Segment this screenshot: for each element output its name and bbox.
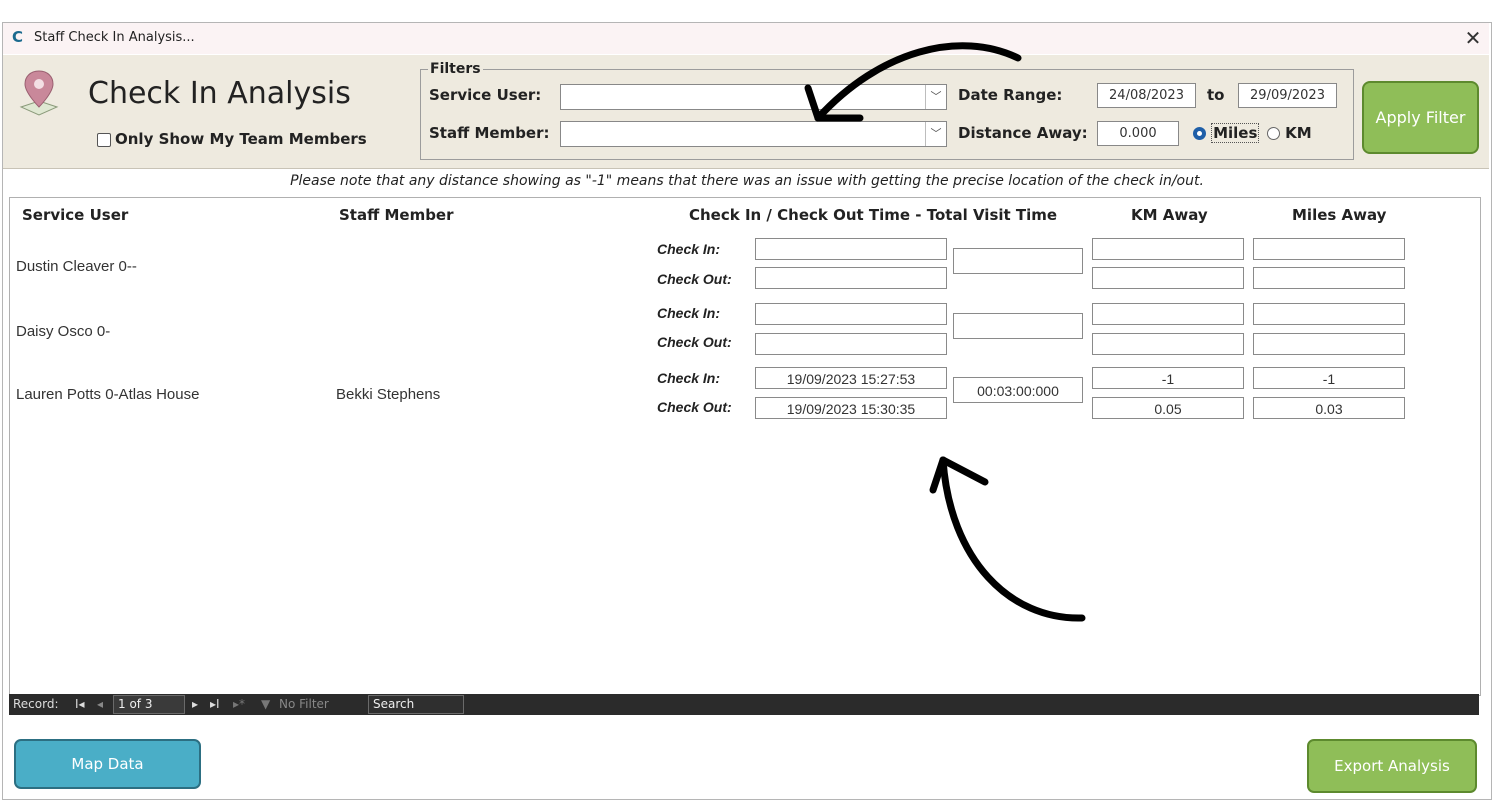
distance-away-input[interactable]: 0.000 — [1097, 121, 1179, 146]
table-row: Lauren Potts 0-Atlas House Bekki Stephen… — [0, 367, 1494, 425]
only-my-team-label: Only Show My Team Members — [115, 130, 367, 148]
km-in[interactable] — [1092, 238, 1244, 260]
check-out-time[interactable] — [755, 333, 947, 355]
row-staff-member: Bekki Stephens — [336, 386, 441, 403]
check-out-label: Check Out: — [657, 399, 732, 415]
distance-away-label: Distance Away: — [958, 124, 1088, 142]
staff-member-label: Staff Member: — [429, 124, 550, 142]
date-to-input[interactable]: 29/09/2023 — [1238, 83, 1337, 108]
last-record-icon[interactable]: ▸I — [210, 694, 220, 715]
radio-unselected-icon[interactable] — [1267, 127, 1280, 140]
row-service-user: Dustin Cleaver 0-- — [16, 258, 137, 275]
radio-selected-icon[interactable] — [1193, 127, 1206, 140]
total-visit-time[interactable] — [953, 248, 1083, 274]
col-header-staff-member: Staff Member — [339, 206, 454, 224]
row-service-user: Lauren Potts 0-Atlas House — [16, 386, 200, 403]
check-in-time[interactable] — [755, 303, 947, 325]
check-out-time[interactable]: 19/09/2023 15:30:35 — [755, 397, 947, 419]
service-user-label: Service User: — [429, 86, 542, 104]
miles-out[interactable]: 0.03 — [1253, 397, 1405, 419]
new-record-icon[interactable]: ▸* — [233, 694, 245, 715]
filter-icon: ▼ — [261, 697, 271, 711]
distance-note: Please note that any distance showing as… — [290, 173, 1204, 189]
check-out-label: Check Out: — [657, 334, 732, 350]
km-in[interactable] — [1092, 303, 1244, 325]
check-out-label: Check Out: — [657, 271, 732, 287]
col-header-service-user: Service User — [22, 206, 129, 224]
title-bar — [3, 23, 1489, 54]
search-input[interactable]: Search — [368, 695, 464, 714]
unit-km-option[interactable]: KM — [1267, 123, 1312, 142]
check-in-label: Check In: — [657, 370, 721, 386]
check-in-time[interactable] — [755, 238, 947, 260]
km-out[interactable] — [1092, 267, 1244, 289]
check-in-time[interactable]: 19/09/2023 15:27:53 — [755, 367, 947, 389]
date-range-label: Date Range: — [958, 86, 1063, 104]
filters-legend: Filters — [428, 61, 483, 77]
miles-in[interactable]: -1 — [1253, 367, 1405, 389]
miles-in[interactable] — [1253, 303, 1405, 325]
page-title: Check In Analysis — [88, 76, 351, 111]
staff-member-combo[interactable]: ﹀ — [560, 121, 947, 147]
miles-out[interactable] — [1253, 333, 1405, 355]
col-header-miles: Miles Away — [1292, 206, 1387, 224]
check-in-label: Check In: — [657, 305, 721, 321]
map-pin-icon — [19, 70, 59, 116]
only-my-team-checkbox[interactable] — [97, 132, 111, 147]
chevron-down-icon[interactable]: ﹀ — [925, 122, 946, 146]
miles-in[interactable] — [1253, 238, 1405, 260]
km-out[interactable] — [1092, 333, 1244, 355]
service-user-combo[interactable]: ﹀ — [560, 84, 947, 110]
no-filter-label[interactable]: No Filter — [279, 694, 329, 715]
table-row: Daisy Osco 0- Check In: Check Out: — [0, 303, 1494, 359]
export-analysis-button[interactable]: Export Analysis — [1307, 739, 1477, 793]
table-row: Dustin Cleaver 0-- Check In: Check Out: — [0, 238, 1494, 294]
record-position-input[interactable]: 1 of 3 — [113, 695, 185, 714]
record-label: Record: — [13, 697, 59, 711]
apply-filter-button[interactable]: Apply Filter — [1362, 81, 1479, 154]
prev-record-icon[interactable]: ◂ — [97, 694, 103, 715]
row-service-user: Daisy Osco 0- — [16, 323, 111, 340]
col-header-times: Check In / Check Out Time - Total Visit … — [689, 206, 1058, 224]
unit-miles-option[interactable]: Miles — [1193, 123, 1260, 143]
col-header-km: KM Away — [1131, 206, 1208, 224]
map-data-button[interactable]: Map Data — [14, 739, 201, 789]
window-title: Staff Check In Analysis... — [34, 30, 195, 45]
total-visit-time[interactable]: 00:03:00:000 — [953, 377, 1083, 403]
chevron-down-icon[interactable]: ﹀ — [925, 85, 946, 109]
unit-miles-label: Miles — [1211, 123, 1260, 143]
only-my-team-toggle[interactable]: Only Show My Team Members — [97, 130, 367, 148]
app-logo-icon: C — [12, 28, 24, 46]
unit-km-label: KM — [1285, 124, 1312, 142]
miles-out[interactable] — [1253, 267, 1405, 289]
first-record-icon[interactable]: I◂ — [75, 694, 85, 715]
next-record-icon[interactable]: ▸ — [192, 694, 198, 715]
close-icon[interactable]: ✕ — [1458, 24, 1488, 52]
total-visit-time[interactable] — [953, 313, 1083, 339]
date-from-input[interactable]: 24/08/2023 — [1097, 83, 1196, 108]
check-in-label: Check In: — [657, 241, 721, 257]
record-navigation-bar: Record: I◂ ◂ 1 of 3 ▸ ▸I ▸* ▼ No Filter … — [9, 694, 1479, 715]
date-to-label: to — [1207, 86, 1225, 104]
check-out-time[interactable] — [755, 267, 947, 289]
km-out[interactable]: 0.05 — [1092, 397, 1244, 419]
km-in[interactable]: -1 — [1092, 367, 1244, 389]
